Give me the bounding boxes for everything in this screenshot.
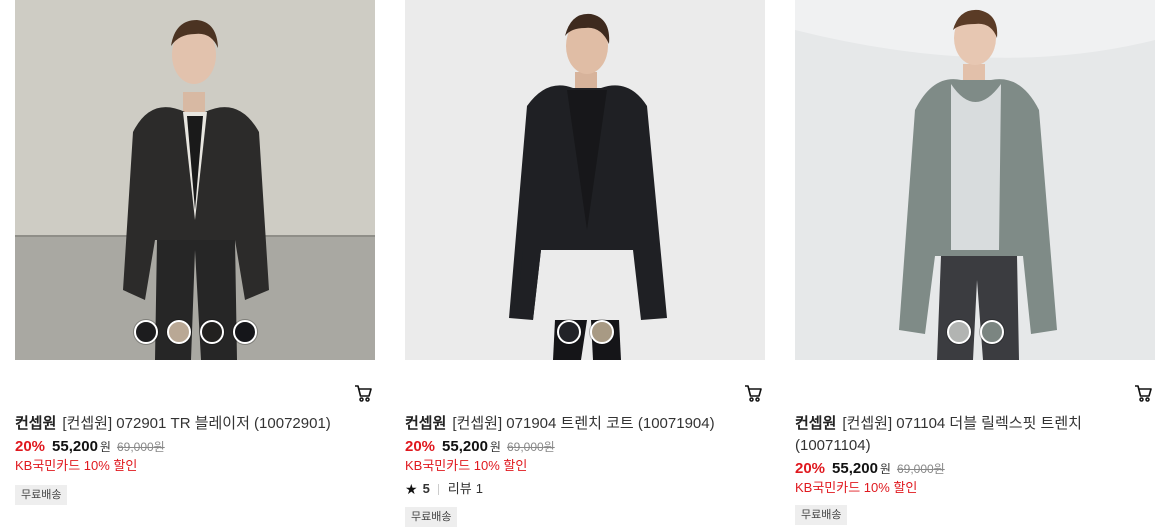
star-icon: ★ bbox=[405, 481, 418, 497]
original-price: 69,000원 bbox=[506, 440, 555, 454]
free-shipping-badge: 무료배송 bbox=[15, 485, 68, 505]
product-card[interactable]: 컨셉원 [컨셉원] 071104 더블 릴렉스핏 트렌치 (10071104) 2… bbox=[795, 0, 1155, 525]
product-name: [컨셉원] 071904 트렌치 코트 (10071904) bbox=[452, 415, 715, 432]
color-swatch[interactable] bbox=[556, 320, 581, 344]
color-swatch[interactable] bbox=[199, 320, 224, 344]
color-swatch[interactable] bbox=[232, 320, 257, 344]
add-to-cart-button[interactable] bbox=[353, 383, 373, 403]
review-label: 리뷰 bbox=[447, 481, 472, 496]
color-swatch[interactable] bbox=[133, 320, 158, 344]
brand-name: 컨셉원 bbox=[15, 415, 57, 432]
currency-label: 원 bbox=[489, 440, 501, 454]
discount-rate: 20% bbox=[405, 438, 436, 455]
product-card[interactable]: 컨셉원 [컨셉원] 072901 TR 블레이저 (10072901) 20% 5… bbox=[15, 0, 375, 522]
currency-label: 원 bbox=[99, 440, 111, 454]
color-swatch[interactable] bbox=[589, 320, 614, 344]
original-price: 69,000원 bbox=[896, 462, 945, 476]
brand-name: 컨셉원 bbox=[795, 415, 837, 432]
currency-label: 원 bbox=[879, 462, 891, 476]
rating-score: 5 bbox=[422, 481, 430, 496]
review-count: 1 bbox=[475, 481, 483, 496]
cart-icon bbox=[745, 385, 762, 402]
price-row: 20% 55,200 원 69,000원 bbox=[795, 459, 1135, 479]
product-image[interactable] bbox=[795, 0, 1155, 360]
product-image[interactable] bbox=[405, 0, 765, 360]
brand-name: 컨셉원 bbox=[405, 415, 447, 432]
cart-icon bbox=[1135, 385, 1152, 402]
add-to-cart-button[interactable] bbox=[743, 383, 763, 403]
color-swatch[interactable] bbox=[946, 320, 971, 344]
price-row: 20% 55,200 원 69,000원 bbox=[15, 437, 355, 457]
add-to-cart-button[interactable] bbox=[1133, 383, 1153, 403]
sale-price: 55,200 bbox=[832, 460, 878, 477]
color-swatch[interactable] bbox=[166, 320, 191, 344]
sale-price: 55,200 bbox=[442, 438, 488, 455]
product-title[interactable]: 컨셉원 [컨셉원] 072901 TR 블레이저 (10072901) bbox=[15, 413, 355, 435]
original-price: 69,000원 bbox=[116, 440, 165, 454]
product-name: [컨셉원] 072901 TR 블레이저 (10072901) bbox=[62, 415, 331, 432]
card-promotion: KB국민카드 10% 할인 bbox=[795, 480, 918, 495]
discount-rate: 20% bbox=[15, 438, 46, 455]
cart-icon bbox=[355, 385, 372, 402]
card-promotion: KB국민카드 10% 할인 bbox=[405, 458, 528, 473]
product-card[interactable]: 컨셉원 [컨셉원] 071904 트렌치 코트 (10071904) 20% 55… bbox=[405, 0, 765, 527]
review-summary[interactable]: ★ 5 리뷰 1 bbox=[405, 479, 745, 499]
divider bbox=[437, 483, 439, 495]
color-swatch[interactable] bbox=[979, 320, 1004, 344]
price-row: 20% 55,200 원 69,000원 bbox=[405, 437, 745, 457]
product-name: [컨셉원] 071104 더블 릴렉스핏 트렌치 (10071104) bbox=[795, 415, 1082, 454]
sale-price: 55,200 bbox=[52, 438, 98, 455]
free-shipping-badge: 무료배송 bbox=[405, 507, 458, 527]
product-title[interactable]: 컨셉원 [컨셉원] 071904 트렌치 코트 (10071904) bbox=[405, 413, 745, 435]
card-promotion: KB국민카드 10% 할인 bbox=[15, 458, 138, 473]
discount-rate: 20% bbox=[795, 460, 826, 477]
free-shipping-badge: 무료배송 bbox=[795, 505, 848, 525]
product-image[interactable] bbox=[15, 0, 375, 360]
product-title[interactable]: 컨셉원 [컨셉원] 071104 더블 릴렉스핏 트렌치 (10071104) bbox=[795, 413, 1135, 457]
